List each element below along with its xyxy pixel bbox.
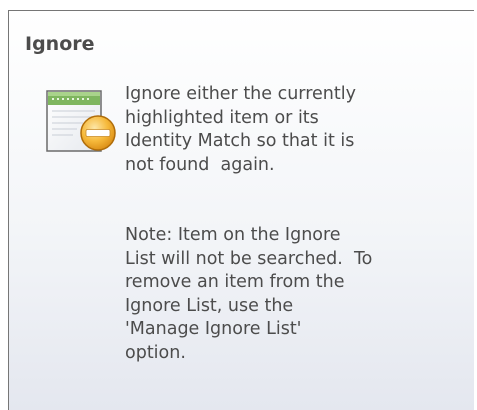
ignore-tooltip: Ignore Ignore either the currently highl…: [8, 10, 474, 410]
tooltip-note: Note: Item on the Ignore List will not b…: [125, 225, 373, 363]
tooltip-title: Ignore: [25, 33, 95, 55]
tooltip-description: Ignore either the currently highlighted …: [125, 84, 356, 175]
ignore-list-icon: [46, 90, 116, 152]
